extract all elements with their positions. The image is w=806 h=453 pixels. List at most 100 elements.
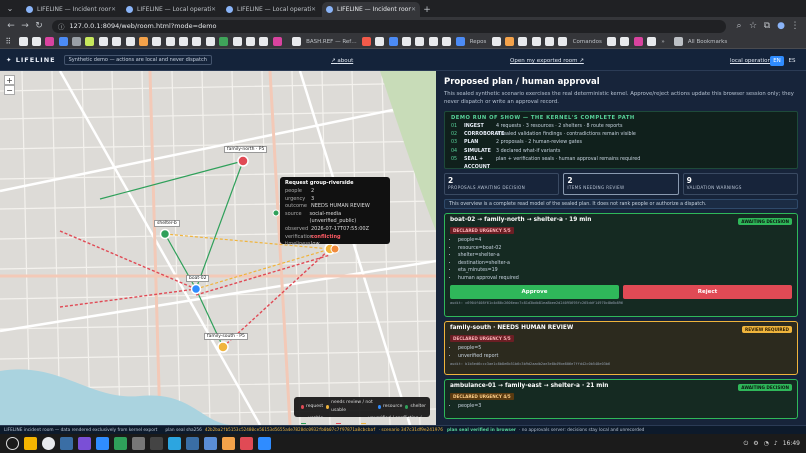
open-exported-room-link[interactable]: Open my exported room ↗	[510, 58, 584, 64]
chrome-icon[interactable]	[41, 437, 55, 450]
zoom-search-icon[interactable]: ⌕	[732, 19, 746, 33]
vscode-icon[interactable]	[95, 437, 109, 450]
approval-panel[interactable]: Proposed plan / human approval This seal…	[436, 71, 806, 425]
marker-shelter-b[interactable]	[159, 228, 171, 240]
power-icon[interactable]: ⏻	[743, 440, 748, 448]
bookmark-bash-icon[interactable]	[291, 37, 301, 46]
menu-kebab-icon[interactable]: ⋮	[788, 19, 802, 33]
zoom-out-button[interactable]: −	[4, 85, 15, 95]
back-icon[interactable]: ←	[4, 19, 18, 33]
bookmark-icon[interactable]	[58, 37, 68, 46]
app-icon[interactable]	[77, 437, 91, 450]
marker-boat-02[interactable]	[190, 283, 202, 295]
marker-shelter[interactable]	[272, 209, 280, 217]
bookmark-icon[interactable]	[607, 37, 617, 46]
app-icon[interactable]	[149, 437, 163, 450]
bookmark-icon[interactable]	[388, 37, 398, 46]
settings-icon[interactable]: ⚙	[753, 440, 758, 447]
bookmark-icon[interactable]	[415, 37, 425, 46]
bookmark-icon[interactable]	[504, 37, 514, 46]
bookmark-icon[interactable]	[45, 37, 55, 46]
all-bookmarks[interactable]: All Bookmarks	[688, 39, 727, 45]
bookmark-icon[interactable]	[31, 37, 41, 46]
bookmarks-overflow-icon[interactable]: »	[661, 39, 664, 45]
bookmark-icon[interactable]	[491, 37, 501, 46]
start-menu-icon[interactable]	[5, 437, 19, 450]
bookmark-icon[interactable]	[545, 37, 555, 46]
bookmark-icon[interactable]	[112, 37, 122, 46]
bookmark-icon[interactable]	[518, 37, 528, 46]
bookmark-icon[interactable]	[428, 37, 438, 46]
bookmark-repos[interactable]: Repos	[470, 39, 487, 45]
extensions-icon[interactable]: ⧉	[760, 19, 774, 33]
bookmark-icon[interactable]	[219, 37, 229, 46]
app-icon[interactable]	[239, 437, 253, 450]
tab-close-icon[interactable]: ✕	[111, 6, 116, 13]
app-icon[interactable]	[203, 437, 217, 450]
app-icon[interactable]	[221, 437, 235, 450]
telegram-icon[interactable]	[167, 437, 181, 450]
bookmark-star-icon[interactable]: ☆	[746, 19, 760, 33]
bookmark-icon[interactable]	[361, 37, 371, 46]
reject-button[interactable]: Reject	[623, 285, 792, 299]
files-icon[interactable]	[23, 437, 37, 450]
bookmark-icon[interactable]	[402, 37, 412, 46]
profile-icon[interactable]: ●	[774, 19, 788, 33]
browser-tab-4-active[interactable]: LIFELINE — Incident room ✕	[322, 2, 420, 17]
bookmark-icon[interactable]	[620, 37, 630, 46]
local-operations-link[interactable]: local operations	[730, 58, 774, 64]
bookmark-icon[interactable]	[98, 37, 108, 46]
bookmark-icon[interactable]	[72, 37, 82, 46]
bookmark-icon[interactable]	[272, 37, 282, 46]
network-icon[interactable]: ◔	[764, 440, 769, 447]
bookmark-icon[interactable]	[125, 37, 135, 46]
bookmark-icon[interactable]	[647, 37, 657, 46]
terminal-icon[interactable]	[59, 437, 73, 450]
forward-icon[interactable]: →	[18, 19, 32, 33]
bookmark-icon[interactable]	[442, 37, 452, 46]
apps-grid-icon[interactable]: ⠿	[5, 37, 14, 46]
vscode-icon[interactable]	[257, 437, 271, 450]
bookmark-icon[interactable]	[232, 37, 242, 46]
tab-close-icon[interactable]: ✕	[311, 6, 316, 13]
bookmark-icon[interactable]	[138, 37, 148, 46]
volume-icon[interactable]: ♪	[774, 440, 778, 447]
marker-family-south[interactable]	[217, 341, 229, 353]
browser-tab-2[interactable]: LIFELINE — Local operations✕	[122, 2, 220, 17]
app-icon[interactable]	[131, 437, 145, 450]
bookmark-icon[interactable]	[192, 37, 202, 46]
clock[interactable]: 16:49	[783, 440, 800, 447]
tab-search-icon[interactable]: ⌄	[0, 0, 20, 17]
bookmark-icon[interactable]	[152, 37, 162, 46]
site-info-icon[interactable]: ⓘ	[58, 21, 65, 31]
bookmark-comandos[interactable]: Comandos	[573, 39, 602, 45]
new-tab-button[interactable]: +	[420, 2, 434, 17]
marker-family-north[interactable]	[237, 155, 249, 167]
bookmark-github-icon[interactable]	[18, 37, 28, 46]
bookmark-comandos-icon[interactable]	[558, 37, 568, 46]
lang-en-button[interactable]: EN	[770, 56, 784, 66]
about-link[interactable]: ↗ about	[331, 58, 353, 64]
approve-button[interactable]: Approve	[450, 285, 619, 299]
bookmark-icon[interactable]	[85, 37, 95, 46]
address-bar[interactable]: ⓘ 127.0.0.1:8094/web/room.html?mode=demo	[52, 19, 726, 33]
browser-tab-1[interactable]: LIFELINE — Incident room ✕	[22, 2, 120, 17]
tab-close-icon[interactable]: ✕	[411, 6, 416, 13]
bookmark-repos-icon[interactable]	[455, 37, 465, 46]
bookmark-bashref[interactable]: BASH.REF — Ref…	[306, 39, 357, 45]
app-icon[interactable]	[185, 437, 199, 450]
bookmark-icon[interactable]	[633, 37, 643, 46]
zoom-in-button[interactable]: +	[4, 75, 15, 85]
browser-tab-3[interactable]: LIFELINE — Local operations✕	[222, 2, 320, 17]
bookmark-icon[interactable]	[179, 37, 189, 46]
bookmark-icon[interactable]	[245, 37, 255, 46]
app-icon[interactable]	[113, 437, 127, 450]
bookmark-icon[interactable]	[531, 37, 541, 46]
tab-close-icon[interactable]: ✕	[211, 6, 216, 13]
bookmark-icon[interactable]	[205, 37, 215, 46]
reload-icon[interactable]: ↻	[32, 19, 46, 33]
bookmark-icon[interactable]	[375, 37, 385, 46]
bookmark-icon[interactable]	[165, 37, 175, 46]
lang-es-button[interactable]: ES	[785, 56, 799, 66]
bookmark-icon[interactable]	[259, 37, 269, 46]
